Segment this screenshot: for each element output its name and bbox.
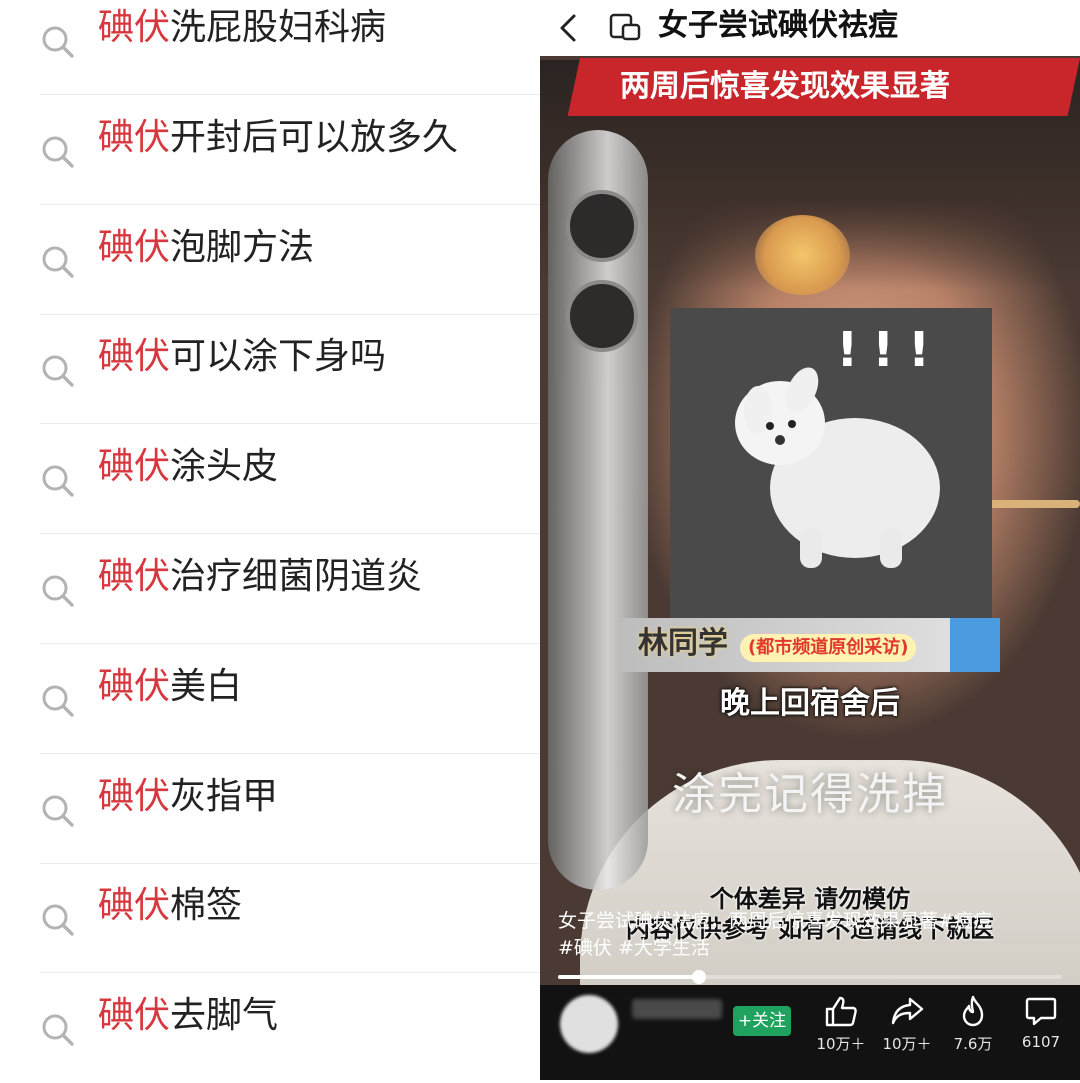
suggestion-keyword: 碘伏 — [98, 665, 171, 707]
suggestion-keyword: 碘伏 — [98, 226, 171, 268]
search-suggestion-item[interactable]: 碘伏泡脚方法 — [0, 206, 540, 315]
follow-button[interactable]: +关注 — [733, 1006, 791, 1036]
search-suggestion-item[interactable]: 碘伏洗屁股妇科病 — [0, 0, 540, 95]
suggestion-text: 碘伏棉签 — [98, 886, 242, 926]
suggestion-rest: 泡脚方法 — [170, 226, 315, 268]
search-suggestion-list: 碘伏洗屁股妇科病 碘伏开封后可以放多久 碘伏泡脚方法 碘伏可以涂下身吗 碘伏涂头皮 碘伏治… — [0, 0, 540, 1080]
suggestion-keyword: 碘伏 — [98, 116, 171, 158]
suggestion-text: 碘伏洗屁股妇科病 — [98, 8, 386, 48]
suggestion-keyword: 碘伏 — [98, 336, 171, 378]
search-suggestion-item[interactable]: 碘伏涂头皮 — [0, 425, 540, 535]
caption-hashtags[interactable]: #碘伏 #大学生活 — [558, 935, 1058, 962]
suggestion-rest: 开封后可以放多久 — [170, 116, 459, 158]
suggestion-text: 碘伏泡脚方法 — [98, 226, 315, 268]
video-caption[interactable]: 女子尝试碘伏祛痘，两周后惊喜发现效果显著#痘痘 #碘伏 #大学生活 — [558, 908, 1058, 962]
video-player[interactable]: 女子尝试碘伏祛痘 两周后惊喜发现效果显著 !!! 林同学 (都市频道原创采访) … — [540, 0, 1080, 1080]
fire-count: 7.6万 — [953, 1035, 993, 1053]
suggestion-rest: 涂头皮 — [170, 446, 279, 488]
suggestion-text: 碘伏去脚气 — [98, 996, 278, 1036]
suggestion-rest: 灰指甲 — [170, 775, 279, 817]
share-button[interactable]: 10万＋ — [874, 995, 940, 1054]
suggestion-text: 碘伏美白 — [98, 665, 243, 707]
search-icon — [42, 1014, 74, 1046]
caption-line1: 女子尝试碘伏祛痘，两周后惊喜发现效果显著#痘痘 — [558, 910, 992, 932]
cast-icon[interactable] — [608, 10, 644, 46]
flame-icon — [962, 995, 984, 1027]
search-icon — [42, 26, 74, 58]
action-bar: +关注 10万＋ 10万＋ 7.6万 6107 — [540, 985, 1080, 1080]
search-suggestion-item[interactable]: 碘伏美白 — [0, 645, 540, 754]
cotton-swab — [980, 500, 1080, 508]
progress-knob[interactable] — [692, 970, 707, 984]
search-icon — [42, 136, 74, 168]
suggestion-keyword: 碘伏 — [98, 885, 171, 927]
share-icon — [891, 997, 924, 1025]
search-suggestion-item[interactable]: 碘伏开封后可以放多久 — [0, 96, 540, 205]
search-icon — [42, 904, 74, 937]
search-icon — [42, 355, 74, 388]
name-bar-accent — [950, 618, 1000, 672]
video-title-line1: 女子尝试碘伏祛痘 — [658, 8, 898, 43]
suggestion-keyword: 碘伏 — [98, 446, 171, 488]
exclamation-marks: !!! — [836, 322, 944, 378]
back-icon[interactable] — [550, 8, 590, 48]
search-icon — [42, 575, 74, 607]
search-icon — [42, 685, 74, 717]
suggestion-rest: 去脚气 — [170, 995, 279, 1037]
suggestion-text: 碘伏开封后可以放多久 — [98, 116, 459, 158]
mirror-lens — [566, 190, 638, 262]
comment-icon — [1025, 997, 1057, 1026]
comment-button[interactable]: 6107 — [1008, 995, 1074, 1051]
subtitle-1: 晚上回宿舍后 — [720, 686, 900, 721]
search-suggestion-item[interactable]: 碘伏灰指甲 — [0, 755, 540, 864]
share-count: 10万＋ — [882, 1035, 932, 1053]
suggestion-keyword: 碘伏 — [98, 995, 171, 1037]
search-icon — [42, 246, 74, 278]
suggestion-keyword: 碘伏 — [98, 556, 171, 597]
video-title-line2: 两周后惊喜发现效果显著 — [620, 69, 950, 104]
speaker-name: 林同学 — [638, 626, 728, 661]
thumbs-up-icon — [825, 996, 857, 1027]
like-count: 10万＋ — [816, 1035, 866, 1053]
suggestion-keyword: 碘伏 — [98, 775, 171, 817]
search-suggestion-item[interactable]: 碘伏可以涂下身吗 — [0, 315, 540, 425]
fire-button[interactable]: 7.6万 — [940, 995, 1006, 1054]
suggestion-text: 碘伏灰指甲 — [98, 775, 279, 817]
video-frame[interactable]: 女子尝试碘伏祛痘 两周后惊喜发现效果显著 !!! 林同学 (都市频道原创采访) … — [540, 0, 1080, 985]
suggestion-rest: 治疗细菌阴道炎 — [170, 556, 423, 597]
speaker-source: (都市频道原创采访) — [740, 634, 917, 662]
suggestion-rest: 棉签 — [170, 885, 243, 927]
mirror-lens — [566, 280, 638, 352]
like-button[interactable]: 10万＋ — [808, 995, 874, 1054]
search-suggestion-item[interactable]: 碘伏去脚气 — [0, 974, 540, 1083]
subtitle-2: 涂完记得洗掉 — [672, 769, 948, 820]
search-icon — [42, 795, 74, 827]
comment-count: 6107 — [1021, 1033, 1061, 1051]
suggestion-rest: 美白 — [170, 665, 243, 707]
suggestion-text: 碘伏涂头皮 — [98, 447, 278, 487]
search-suggestion-item[interactable]: 碘伏棉签 — [0, 864, 540, 974]
author-name-blurred[interactable] — [632, 999, 722, 1019]
avatar[interactable] — [560, 995, 618, 1053]
forehead-iodine-spot — [755, 215, 850, 295]
progress-fill — [558, 975, 700, 979]
suggestion-text: 碘伏可以涂下身吗 — [98, 337, 386, 377]
suggestion-keyword: 碘伏 — [98, 7, 171, 48]
search-suggestion-item[interactable]: 碘伏治疗细菌阴道炎 — [0, 535, 540, 644]
meme-sticker: !!! — [670, 308, 992, 618]
progress-bar[interactable] — [558, 970, 1062, 984]
search-icon — [42, 465, 74, 497]
suggestion-text: 碘伏治疗细菌阴道炎 — [98, 557, 422, 597]
suggestion-rest: 洗屁股妇科病 — [170, 7, 387, 48]
suggestion-rest: 可以涂下身吗 — [170, 336, 387, 378]
